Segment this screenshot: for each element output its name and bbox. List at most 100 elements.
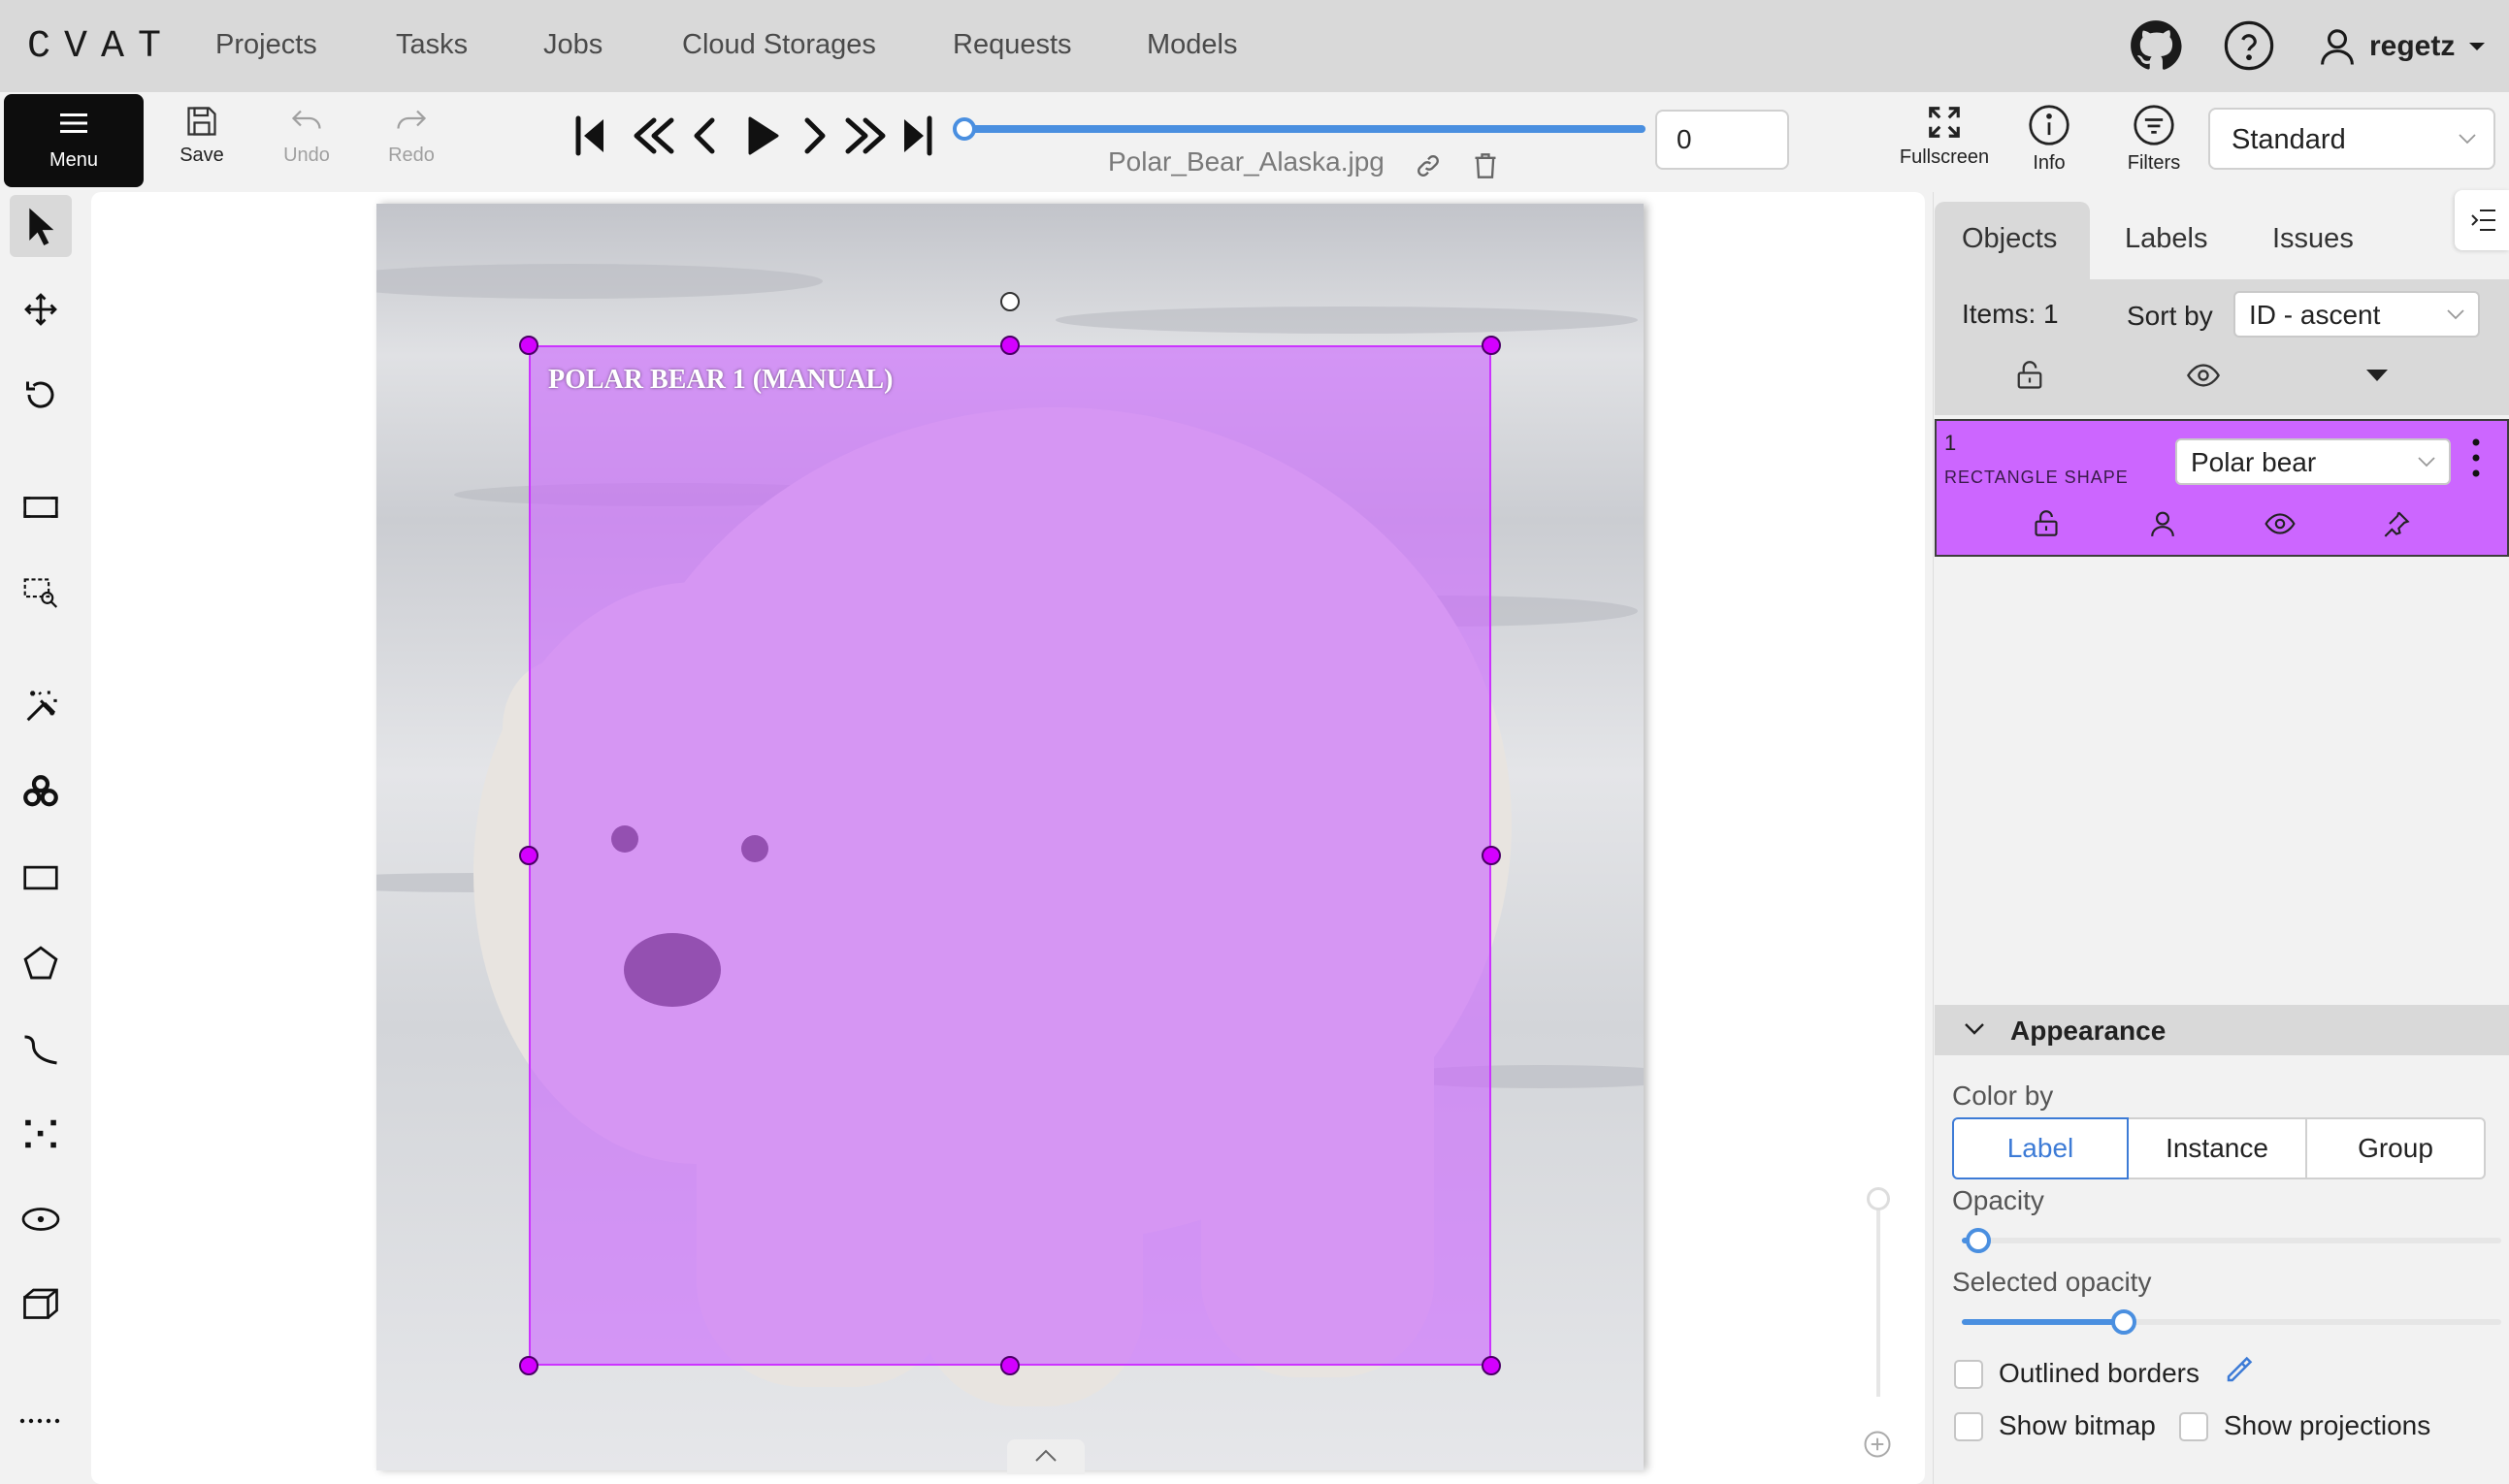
tab-objects[interactable]: Objects	[1962, 223, 2057, 255]
outlined-borders-checkbox[interactable]	[1954, 1360, 1983, 1389]
nav-models[interactable]: Models	[1147, 29, 1238, 61]
fit-image-tool[interactable]	[10, 476, 72, 538]
fit-image-icon	[23, 497, 58, 518]
workspace-select[interactable]: Standard	[2208, 108, 2495, 170]
resize-handle-bottom-left[interactable]	[519, 1356, 538, 1375]
chevron-down-icon	[2418, 457, 2435, 468]
selected-opacity-slider-handle[interactable]	[2110, 1309, 2136, 1335]
move-tool[interactable]	[10, 278, 72, 340]
openvino-tool[interactable]	[10, 761, 72, 823]
resize-handle-left[interactable]	[519, 846, 538, 865]
zoom-region-tool[interactable]	[10, 562, 72, 624]
rectangle-icon	[23, 865, 58, 890]
redo-button[interactable]: Redo	[363, 104, 460, 167]
bottom-panel-toggle[interactable]	[1007, 1439, 1085, 1474]
resize-handle-right[interactable]	[1482, 846, 1501, 865]
expand-all-icon[interactable]	[2365, 369, 2389, 382]
play-icon[interactable]	[748, 116, 779, 155]
next-frame-icon[interactable]	[804, 117, 826, 154]
user-menu[interactable]: regetz	[2319, 27, 2486, 66]
zoom-slider[interactable]	[1876, 1193, 1880, 1397]
object-type: RECTANGLE SHAPE	[1944, 468, 2129, 487]
nav-tasks[interactable]: Tasks	[396, 29, 468, 61]
draw-polygon-tool[interactable]	[10, 932, 72, 994]
nav-requests[interactable]: Requests	[953, 29, 1072, 61]
cursor-icon	[29, 208, 54, 245]
filters-button[interactable]: Filters	[2105, 104, 2202, 175]
info-button[interactable]: Info	[2001, 104, 2098, 175]
resize-handle-top-left[interactable]	[519, 336, 538, 355]
object-more-icon[interactable]	[2470, 436, 2482, 479]
selected-opacity-label: Selected opacity	[1952, 1267, 2152, 1297]
nav-projects[interactable]: Projects	[215, 29, 317, 61]
occluded-user-icon[interactable]	[2150, 510, 2175, 537]
zoom-slider-handle[interactable]	[1867, 1187, 1890, 1210]
sort-select[interactable]: ID - ascent	[2233, 291, 2480, 338]
player-slider-handle[interactable]	[953, 117, 976, 141]
hamburger-icon	[60, 113, 87, 133]
lock-all-icon[interactable]	[2016, 361, 2043, 390]
color-by-instance-option[interactable]: Instance	[2127, 1117, 2307, 1179]
object-id: 1	[1944, 431, 1957, 455]
more-tools[interactable]	[10, 1390, 72, 1452]
color-by-group-option[interactable]: Group	[2305, 1117, 2486, 1179]
undo-icon	[291, 110, 321, 129]
rotate-tool[interactable]	[10, 364, 72, 426]
magic-wand-tool[interactable]	[10, 676, 72, 738]
show-projections-checkbox[interactable]	[2179, 1412, 2208, 1441]
username: regetz	[2369, 30, 2456, 62]
github-icon[interactable]	[2130, 19, 2182, 72]
resize-handle-bottom-right[interactable]	[1482, 1356, 1501, 1375]
draw-cuboid-tool[interactable]	[10, 1274, 72, 1336]
show-all-icon[interactable]	[2187, 363, 2220, 388]
lock-icon[interactable]	[2034, 510, 2059, 537]
redo-label: Redo	[388, 145, 435, 166]
collapse-chevron-icon[interactable]	[1964, 1022, 1985, 1036]
draw-rectangle-tool[interactable]	[10, 847, 72, 909]
cvat-logo[interactable]: CVAT	[27, 25, 175, 69]
sidebar-collapse-button[interactable]	[2455, 190, 2509, 250]
player-slider[interactable]	[953, 117, 1646, 141]
tab-labels[interactable]: Labels	[2125, 223, 2207, 255]
frame-filename: Polar_Bear_Alaska.jpg	[1108, 146, 1385, 177]
color-picker-icon[interactable]	[2224, 1356, 2253, 1385]
last-frame-icon[interactable]	[904, 115, 932, 156]
fast-forward-icon[interactable]	[845, 117, 886, 154]
cursor-tool[interactable]	[10, 195, 72, 257]
undo-button[interactable]: Undo	[258, 104, 355, 167]
fast-backward-icon[interactable]	[634, 117, 674, 154]
pin-icon[interactable]	[2383, 510, 2410, 537]
previous-frame-icon[interactable]	[694, 117, 715, 154]
show-bitmap-label: Show bitmap	[1999, 1410, 2156, 1440]
frame-number-input[interactable]: 0	[1655, 110, 1789, 170]
color-by-label-option[interactable]: Label	[1952, 1117, 2129, 1179]
delete-frame-icon[interactable]	[1473, 152, 1498, 179]
fullscreen-icon	[1929, 107, 1960, 138]
zoom-in-icon[interactable]	[1863, 1430, 1892, 1459]
opacity-slider-handle[interactable]	[1965, 1228, 1991, 1253]
save-button[interactable]: Save	[153, 104, 250, 167]
draw-points-tool[interactable]	[10, 1103, 72, 1165]
nav-jobs[interactable]: Jobs	[543, 29, 603, 61]
nav-cloud-storages[interactable]: Cloud Storages	[682, 29, 876, 61]
resize-handle-bottom[interactable]	[1000, 1356, 1020, 1375]
resize-handle-top[interactable]	[1000, 336, 1020, 355]
rectangle-shape-1[interactable]	[529, 345, 1491, 1366]
opacity-slider[interactable]	[1962, 1238, 2501, 1243]
first-frame-icon[interactable]	[575, 115, 603, 156]
selected-opacity-slider-fill	[1962, 1319, 2124, 1325]
rotation-handle[interactable]	[1000, 292, 1020, 311]
tab-issues[interactable]: Issues	[2272, 223, 2354, 255]
rotate-icon	[26, 381, 54, 408]
object-label-select[interactable]: Polar bear	[2175, 438, 2451, 485]
copy-link-icon[interactable]	[1415, 152, 1442, 179]
draw-ellipse-tool[interactable]	[10, 1188, 72, 1250]
fullscreen-button[interactable]: Fullscreen	[1896, 104, 1993, 169]
resize-handle-top-right[interactable]	[1482, 336, 1501, 355]
menu-button[interactable]: Menu	[4, 94, 144, 187]
cvat-app: CVAT Projects Tasks Jobs Cloud Storages …	[0, 0, 2509, 1484]
visibility-icon[interactable]	[2265, 512, 2296, 535]
draw-polyline-tool[interactable]	[10, 1017, 72, 1080]
show-bitmap-checkbox[interactable]	[1954, 1412, 1983, 1441]
help-icon[interactable]	[2223, 19, 2275, 72]
